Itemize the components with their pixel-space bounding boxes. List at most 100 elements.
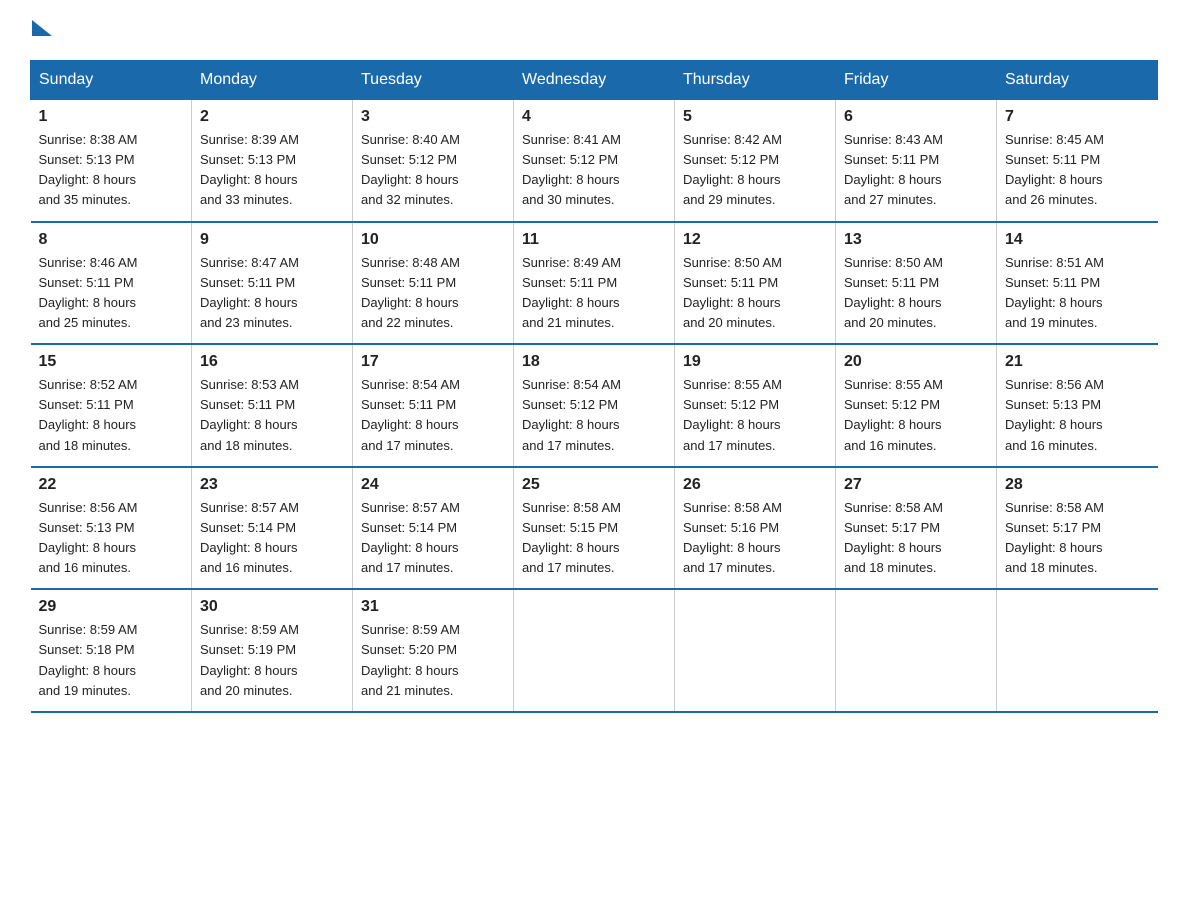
day-number: 9 bbox=[200, 231, 344, 249]
day-info: Sunrise: 8:46 AMSunset: 5:11 PMDaylight:… bbox=[39, 253, 184, 334]
calendar-cell: 31Sunrise: 8:59 AMSunset: 5:20 PMDayligh… bbox=[353, 589, 514, 712]
calendar-cell: 15 Sunrise: 8:52 AMSunset: 5:11 PMDayligh… bbox=[31, 344, 192, 467]
calendar-body: 1 Sunrise: 8:38 AMSunset: 5:13 PMDaylight… bbox=[31, 100, 1158, 712]
day-info: Sunrise: 8:52 AMSunset: 5:11 PMDaylight:… bbox=[39, 375, 184, 456]
day-info: Sunrise: 8:55 AMSunset: 5:12 PMDaylight:… bbox=[683, 375, 827, 456]
calendar-cell: 5 Sunrise: 8:42 AMSunset: 5:12 PMDaylight… bbox=[675, 100, 836, 222]
day-number: 18 bbox=[522, 353, 666, 371]
day-info: Sunrise: 8:40 AMSunset: 5:12 PMDaylight:… bbox=[361, 130, 505, 211]
calendar-cell: 23 Sunrise: 8:57 AMSunset: 5:14 PMDayligh… bbox=[192, 467, 353, 590]
header-wednesday: Wednesday bbox=[514, 61, 675, 100]
day-number: 2 bbox=[200, 108, 344, 126]
day-number: 20 bbox=[844, 353, 988, 371]
header-sunday: Sunday bbox=[31, 61, 192, 100]
calendar-cell: 24Sunrise: 8:57 AMSunset: 5:14 PMDayligh… bbox=[353, 467, 514, 590]
day-number: 5 bbox=[683, 108, 827, 126]
header-monday: Monday bbox=[192, 61, 353, 100]
calendar-cell: 25 Sunrise: 8:58 AMSunset: 5:15 PMDayligh… bbox=[514, 467, 675, 590]
header-saturday: Saturday bbox=[997, 61, 1158, 100]
day-number: 14 bbox=[1005, 231, 1150, 249]
day-number: 25 bbox=[522, 476, 666, 494]
day-info: Sunrise: 8:54 AMSunset: 5:12 PMDaylight:… bbox=[522, 375, 666, 456]
calendar-cell: 6 Sunrise: 8:43 AMSunset: 5:11 PMDaylight… bbox=[836, 100, 997, 222]
day-number: 21 bbox=[1005, 353, 1150, 371]
calendar-cell: 3 Sunrise: 8:40 AMSunset: 5:12 PMDaylight… bbox=[353, 100, 514, 222]
calendar-table: Sunday Monday Tuesday Wednesday Thursday… bbox=[30, 60, 1158, 713]
day-number: 7 bbox=[1005, 108, 1150, 126]
day-number: 31 bbox=[361, 598, 505, 616]
day-info: Sunrise: 8:59 AMSunset: 5:18 PMDaylight:… bbox=[39, 620, 184, 701]
calendar-cell: 16 Sunrise: 8:53 AMSunset: 5:11 PMDayligh… bbox=[192, 344, 353, 467]
header-friday: Friday bbox=[836, 61, 997, 100]
day-info: Sunrise: 8:55 AMSunset: 5:12 PMDaylight:… bbox=[844, 375, 988, 456]
header-tuesday: Tuesday bbox=[353, 61, 514, 100]
logo bbox=[30, 20, 52, 40]
calendar-cell: 10Sunrise: 8:48 AMSunset: 5:11 PMDayligh… bbox=[353, 222, 514, 345]
day-number: 3 bbox=[361, 108, 505, 126]
calendar-cell: 13 Sunrise: 8:50 AMSunset: 5:11 PMDayligh… bbox=[836, 222, 997, 345]
day-info: Sunrise: 8:58 AMSunset: 5:17 PMDaylight:… bbox=[844, 498, 988, 579]
day-info: Sunrise: 8:47 AMSunset: 5:11 PMDaylight:… bbox=[200, 253, 344, 334]
calendar-cell: 4 Sunrise: 8:41 AMSunset: 5:12 PMDaylight… bbox=[514, 100, 675, 222]
calendar-cell: 20 Sunrise: 8:55 AMSunset: 5:12 PMDayligh… bbox=[836, 344, 997, 467]
day-info: Sunrise: 8:38 AMSunset: 5:13 PMDaylight:… bbox=[39, 130, 184, 211]
day-info: Sunrise: 8:53 AMSunset: 5:11 PMDaylight:… bbox=[200, 375, 344, 456]
day-number: 29 bbox=[39, 598, 184, 616]
day-info: Sunrise: 8:50 AMSunset: 5:11 PMDaylight:… bbox=[844, 253, 988, 334]
calendar-cell: 21 Sunrise: 8:56 AMSunset: 5:13 PMDayligh… bbox=[997, 344, 1158, 467]
calendar-cell: 9 Sunrise: 8:47 AMSunset: 5:11 PMDaylight… bbox=[192, 222, 353, 345]
page-header bbox=[30, 20, 1158, 40]
day-number: 26 bbox=[683, 476, 827, 494]
calendar-cell: 28Sunrise: 8:58 AMSunset: 5:17 PMDayligh… bbox=[997, 467, 1158, 590]
day-number: 27 bbox=[844, 476, 988, 494]
day-info: Sunrise: 8:58 AMSunset: 5:16 PMDaylight:… bbox=[683, 498, 827, 579]
day-number: 15 bbox=[39, 353, 184, 371]
day-info: Sunrise: 8:42 AMSunset: 5:12 PMDaylight:… bbox=[683, 130, 827, 211]
day-info: Sunrise: 8:45 AMSunset: 5:11 PMDaylight:… bbox=[1005, 130, 1150, 211]
day-number: 8 bbox=[39, 231, 184, 249]
day-info: Sunrise: 8:56 AMSunset: 5:13 PMDaylight:… bbox=[39, 498, 184, 579]
calendar-cell: 11Sunrise: 8:49 AMSunset: 5:11 PMDayligh… bbox=[514, 222, 675, 345]
day-info: Sunrise: 8:51 AMSunset: 5:11 PMDaylight:… bbox=[1005, 253, 1150, 334]
day-number: 11 bbox=[522, 231, 666, 249]
day-number: 19 bbox=[683, 353, 827, 371]
day-number: 6 bbox=[844, 108, 988, 126]
calendar-cell bbox=[514, 589, 675, 712]
day-info: Sunrise: 8:56 AMSunset: 5:13 PMDaylight:… bbox=[1005, 375, 1150, 456]
calendar-cell: 26 Sunrise: 8:58 AMSunset: 5:16 PMDayligh… bbox=[675, 467, 836, 590]
calendar-cell: 8 Sunrise: 8:46 AMSunset: 5:11 PMDaylight… bbox=[31, 222, 192, 345]
calendar-cell: 2Sunrise: 8:39 AMSunset: 5:13 PMDaylight… bbox=[192, 100, 353, 222]
day-number: 4 bbox=[522, 108, 666, 126]
day-info: Sunrise: 8:41 AMSunset: 5:12 PMDaylight:… bbox=[522, 130, 666, 211]
day-info: Sunrise: 8:57 AMSunset: 5:14 PMDaylight:… bbox=[200, 498, 344, 579]
calendar-cell: 17 Sunrise: 8:54 AMSunset: 5:11 PMDayligh… bbox=[353, 344, 514, 467]
calendar-cell: 19 Sunrise: 8:55 AMSunset: 5:12 PMDayligh… bbox=[675, 344, 836, 467]
header-thursday: Thursday bbox=[675, 61, 836, 100]
day-number: 13 bbox=[844, 231, 988, 249]
calendar-header: Sunday Monday Tuesday Wednesday Thursday… bbox=[31, 61, 1158, 100]
day-info: Sunrise: 8:50 AMSunset: 5:11 PMDaylight:… bbox=[683, 253, 827, 334]
day-number: 17 bbox=[361, 353, 505, 371]
calendar-cell: 14 Sunrise: 8:51 AMSunset: 5:11 PMDayligh… bbox=[997, 222, 1158, 345]
day-number: 23 bbox=[200, 476, 344, 494]
calendar-cell: 22Sunrise: 8:56 AMSunset: 5:13 PMDayligh… bbox=[31, 467, 192, 590]
day-number: 12 bbox=[683, 231, 827, 249]
calendar-cell: 1 Sunrise: 8:38 AMSunset: 5:13 PMDaylight… bbox=[31, 100, 192, 222]
calendar-cell: 27 Sunrise: 8:58 AMSunset: 5:17 PMDayligh… bbox=[836, 467, 997, 590]
day-info: Sunrise: 8:54 AMSunset: 5:11 PMDaylight:… bbox=[361, 375, 505, 456]
calendar-cell: 18 Sunrise: 8:54 AMSunset: 5:12 PMDayligh… bbox=[514, 344, 675, 467]
day-info: Sunrise: 8:43 AMSunset: 5:11 PMDaylight:… bbox=[844, 130, 988, 211]
calendar-cell bbox=[836, 589, 997, 712]
day-info: Sunrise: 8:58 AMSunset: 5:15 PMDaylight:… bbox=[522, 498, 666, 579]
calendar-cell: 12 Sunrise: 8:50 AMSunset: 5:11 PMDayligh… bbox=[675, 222, 836, 345]
calendar-cell: 30Sunrise: 8:59 AMSunset: 5:19 PMDayligh… bbox=[192, 589, 353, 712]
day-number: 16 bbox=[200, 353, 344, 371]
logo-triangle-icon bbox=[32, 20, 52, 36]
calendar-cell: 29 Sunrise: 8:59 AMSunset: 5:18 PMDayligh… bbox=[31, 589, 192, 712]
day-number: 30 bbox=[200, 598, 344, 616]
calendar-cell: 7 Sunrise: 8:45 AMSunset: 5:11 PMDaylight… bbox=[997, 100, 1158, 222]
day-info: Sunrise: 8:57 AMSunset: 5:14 PMDaylight:… bbox=[361, 498, 505, 579]
day-number: 10 bbox=[361, 231, 505, 249]
day-number: 1 bbox=[39, 108, 184, 126]
day-number: 28 bbox=[1005, 476, 1150, 494]
